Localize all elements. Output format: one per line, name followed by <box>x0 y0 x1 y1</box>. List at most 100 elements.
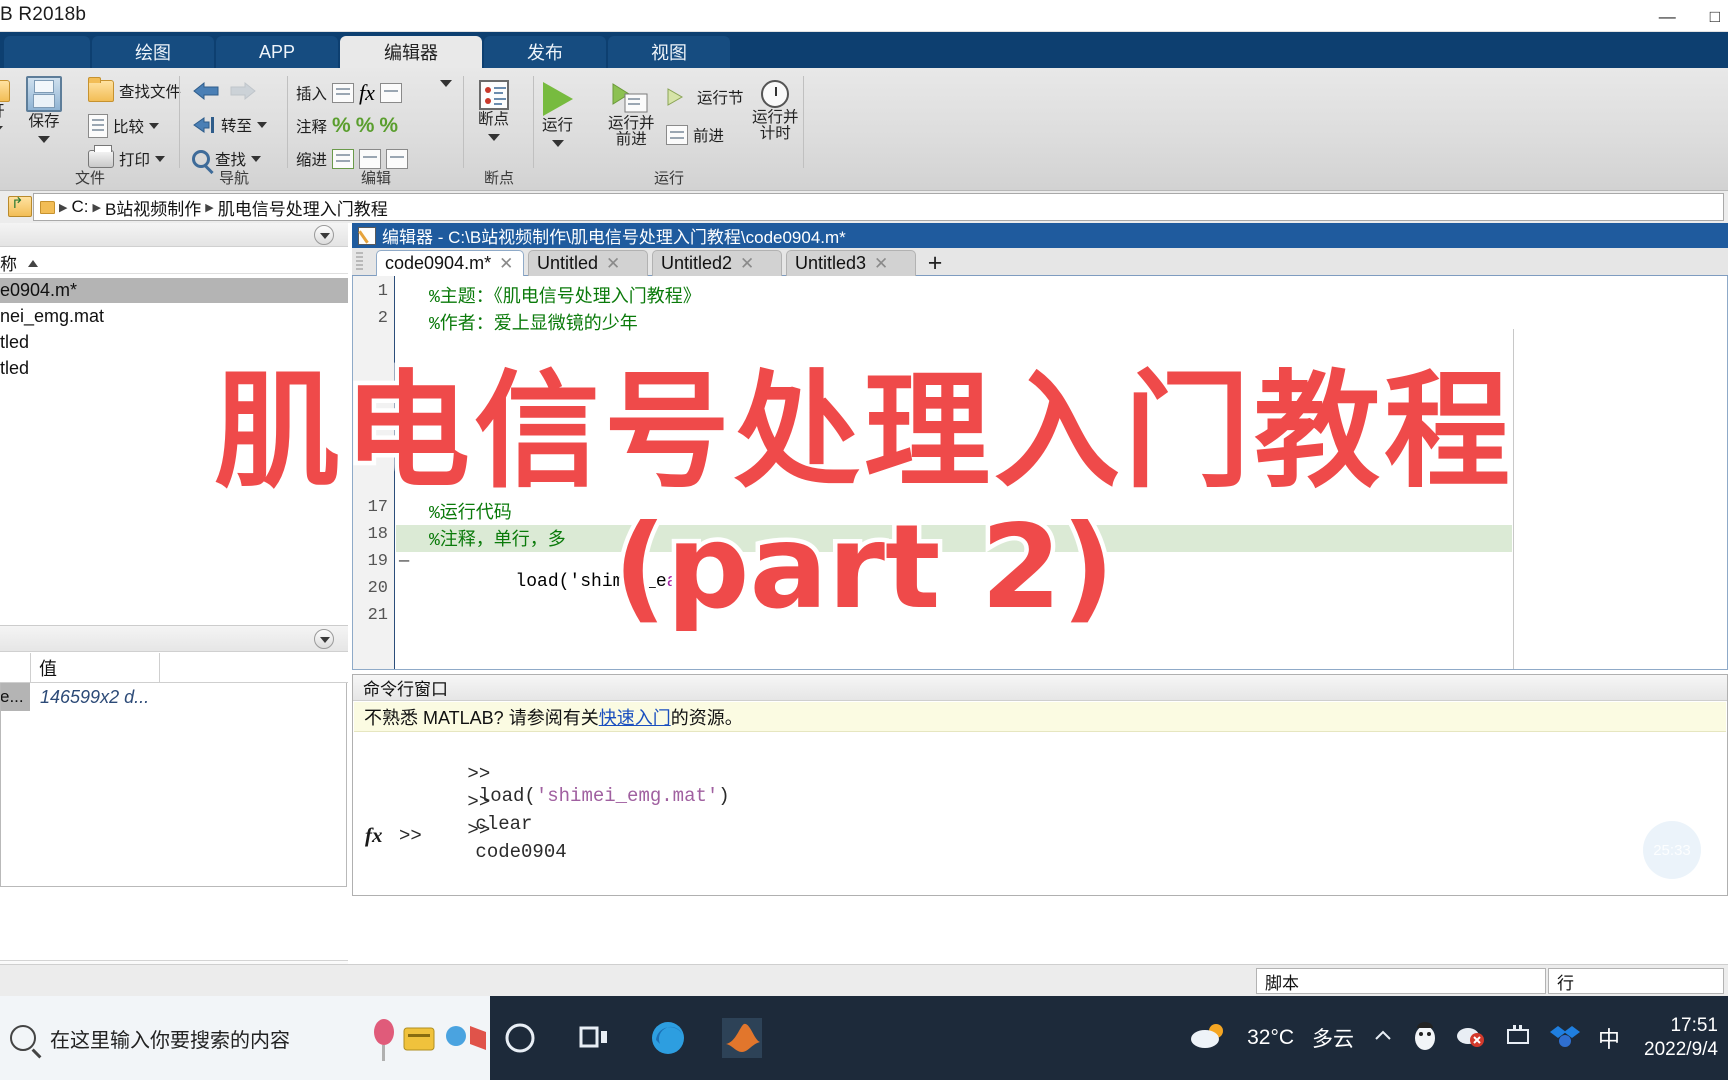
run-and-advance-button[interactable]: 运行并 前进 <box>608 80 655 149</box>
ribbon-toolbar: 开 保存 查找文件 比较 打印 文件 <box>0 68 1728 191</box>
tab-code0904[interactable]: code0904.m* ✕ <box>376 250 524 276</box>
stopwatch-icon <box>761 80 790 108</box>
open-dropdown-caret[interactable] <box>0 126 3 134</box>
new-tab-button[interactable]: + <box>920 249 950 277</box>
ribbon-tab-app[interactable]: APP <box>216 36 338 68</box>
editor-panel: 编辑器 - C:\B站视频制作\肌电信号处理入门教程\code0904.m* c… <box>352 223 1728 670</box>
breadcrumb-part-drive[interactable]: C: <box>71 197 88 217</box>
uncomment-icon[interactable]: % <box>356 114 375 138</box>
indent-left-icon[interactable] <box>386 149 409 169</box>
ribbon-tab-0[interactable] <box>4 36 90 68</box>
executable-line-marker[interactable]: — <box>399 552 409 571</box>
save-dropdown-caret[interactable] <box>38 136 50 144</box>
compare-button[interactable]: 比较 <box>88 114 160 138</box>
line-number: 18 <box>367 525 388 544</box>
windows-taskbar: 在这里输入你要搜索的内容 32°C 多云 中 17:51 2022/9/4 <box>0 996 1728 1080</box>
variable-value: 146599x2 d... <box>40 686 150 707</box>
breadcrumb-part-folder2[interactable]: 肌电信号处理入门教程 <box>218 195 388 220</box>
line-number: 20 <box>367 579 388 598</box>
weather-icon[interactable] <box>1189 1021 1229 1056</box>
list-item[interactable]: tled <box>0 356 348 381</box>
find-dropdown-caret[interactable] <box>251 156 262 162</box>
close-icon[interactable]: ✕ <box>874 254 888 274</box>
edit-group-expand[interactable] <box>440 80 452 87</box>
tab-label: Untitled3 <box>795 253 867 273</box>
print-dropdown-caret[interactable] <box>155 156 166 162</box>
insert-button[interactable]: 插入 fx <box>296 80 402 106</box>
line-number-gutter: 1 2 17 18 19 20 21 <box>353 276 395 669</box>
breakpoint-dropdown-caret[interactable] <box>487 134 500 142</box>
close-icon[interactable]: ✕ <box>499 254 513 274</box>
cortana-icon[interactable] <box>500 1018 540 1058</box>
indent-right-icon[interactable] <box>359 149 382 169</box>
ribbon-tab-publish[interactable]: 发布 <box>484 36 606 68</box>
list-item[interactable]: e0904.m* <box>0 278 348 303</box>
advance-button[interactable]: 前进 <box>666 124 724 146</box>
active-prompt[interactable]: >> <box>399 825 422 847</box>
panel-options-button[interactable] <box>314 225 334 245</box>
quick-start-link[interactable]: 快速入门 <box>599 704 671 730</box>
battery-plug-icon[interactable] <box>1502 1024 1532 1053</box>
dropbox-icon[interactable] <box>1550 1023 1581 1054</box>
magnifier-icon <box>192 150 210 168</box>
task-view-icon[interactable] <box>574 1018 614 1058</box>
ime-indicator[interactable]: 中 <box>1598 1022 1620 1054</box>
goto-button[interactable]: 转至 <box>192 114 268 136</box>
tab-untitled[interactable]: Untitled ✕ <box>528 250 648 276</box>
list-item[interactable]: tled <box>0 330 348 355</box>
editor-code-area[interactable]: 1 2 17 18 19 20 21 — %主题：《肌电信号处理入门教程》 %作… <box>352 276 1728 670</box>
breakpoint-button[interactable]: 断点 <box>478 80 509 142</box>
ribbon-tab-view[interactable]: 视图 <box>608 36 730 68</box>
variable-name: e... <box>0 683 30 711</box>
line-number: 21 <box>367 606 388 625</box>
qq-icon[interactable] <box>1412 1021 1438 1055</box>
minimize-button[interactable]: — <box>1659 8 1676 25</box>
save-button[interactable]: 保存 <box>26 76 62 144</box>
compare-dropdown-caret[interactable] <box>149 123 160 129</box>
table-row[interactable]: e... 146599x2 d... <box>0 683 348 711</box>
show-hidden-icons-chevron[interactable] <box>1372 1025 1394 1052</box>
matlab-icon[interactable] <box>722 996 762 1058</box>
open-button[interactable]: 开 <box>0 80 10 134</box>
run-dropdown-caret[interactable] <box>551 140 564 148</box>
wrap-comment-icon[interactable]: % <box>379 114 398 138</box>
column-name[interactable] <box>0 653 31 683</box>
recording-timer-watermark: 25:33 <box>1643 821 1701 879</box>
back-button[interactable] <box>192 80 257 102</box>
smart-indent-icon[interactable] <box>332 149 355 169</box>
close-icon[interactable]: ✕ <box>606 254 620 274</box>
workspace-table-border <box>0 683 347 887</box>
code-line: load('shimei_eat <box>429 552 688 612</box>
run-button[interactable]: 运行 <box>542 82 573 148</box>
workspace-options-button[interactable] <box>314 629 334 649</box>
tab-untitled2[interactable]: Untitled2 ✕ <box>652 250 782 276</box>
comment-percent-icon[interactable]: % <box>332 114 351 138</box>
breadcrumb-part-folder1[interactable]: B站视频制作 <box>105 195 201 220</box>
browse-folder-icon[interactable] <box>8 194 32 217</box>
column-value[interactable]: 值 <box>31 653 160 683</box>
goto-dropdown-caret[interactable] <box>257 122 268 128</box>
cloud-sync-error-icon[interactable] <box>1456 1023 1485 1054</box>
tab-untitled3[interactable]: Untitled3 ✕ <box>786 250 916 276</box>
ribbon-tab-editor[interactable]: 编辑器 <box>340 36 482 68</box>
run-and-time-button[interactable]: 运行并 计时 <box>752 80 799 143</box>
breadcrumb[interactable]: ▶ C: ▶ B站视频制作 ▶ 肌电信号处理入门教程 <box>33 193 1724 221</box>
column-extra[interactable] <box>160 653 347 683</box>
run-section-button[interactable]: 运行节 <box>666 86 744 108</box>
editor-icon <box>358 226 376 245</box>
maximize-button[interactable]: □ <box>1710 8 1720 25</box>
comment-button[interactable]: 注释 % % % <box>296 114 398 138</box>
chevron-down-icon[interactable] <box>440 80 452 87</box>
code-string-tail: at <box>666 572 689 592</box>
ribbon-tab-plot[interactable]: 绘图 <box>92 36 214 68</box>
taskbar-clock[interactable]: 17:51 2022/9/4 <box>1644 1014 1718 1062</box>
find-files-button[interactable]: 查找文件 <box>88 77 181 102</box>
file-list-column-header[interactable]: 称 <box>0 248 348 274</box>
close-icon[interactable]: ✕ <box>740 254 754 274</box>
tab-bar-grip[interactable] <box>356 252 363 272</box>
edge-browser-icon[interactable] <box>648 1018 688 1058</box>
fx-icon[interactable]: fx <box>365 823 383 848</box>
insert-function-icon[interactable]: fx <box>359 80 375 106</box>
editor-title: 编辑器 - C:\B站视频制作\肌电信号处理入门教程\code0904.m* <box>382 228 846 247</box>
list-item[interactable]: nei_emg.mat <box>0 304 348 329</box>
